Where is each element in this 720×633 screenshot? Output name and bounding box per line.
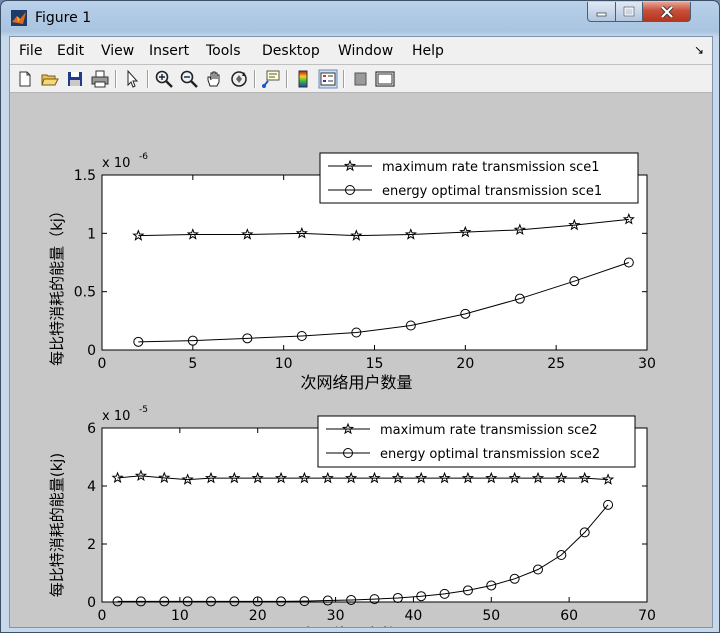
y-tick-label: 1 — [87, 226, 96, 242]
zoom-out-icon[interactable] — [179, 69, 199, 89]
x-tick-label: 10 — [171, 608, 189, 624]
y-tick-label: 0.5 — [74, 285, 96, 301]
x-axis-label: 次网络用户数量 — [300, 625, 412, 627]
open-file-icon[interactable] — [40, 69, 60, 89]
minimize-icon — [596, 12, 606, 16]
hide-plot-tools-icon[interactable] — [350, 69, 370, 89]
y-tick-label: 0 — [87, 595, 96, 611]
show-plot-tools-icon[interactable] — [375, 69, 395, 89]
x-tick-label: 50 — [482, 608, 500, 624]
close-button[interactable] — [643, 2, 691, 22]
window-title: Figure 1 — [35, 10, 92, 26]
figure-canvas: 0 5 10 15 20 25 30 0 0.5 1 1.5 x 10 -6 次网络用户数量 每比特消耗的能… — [10, 93, 712, 633]
menu-overflow-icon[interactable]: ↘ — [694, 43, 704, 57]
menu-edit[interactable]: Edit — [57, 43, 84, 59]
figure-client-area: File Edit View Insert Tools Desktop Wind… — [9, 36, 713, 633]
menu-window[interactable]: Window — [338, 43, 393, 59]
menu-tools[interactable]: Tools — [206, 43, 241, 59]
y-exponent-label: x 10 — [102, 156, 130, 171]
maximize-button[interactable] — [616, 2, 643, 22]
data-cursor-icon[interactable] — [261, 69, 281, 89]
x-tick-label: 20 — [249, 608, 267, 624]
figure-plots: 0 5 10 15 20 25 3000.511.5x 10 -6次网络用户数量每比特消耗的能… — [48, 152, 656, 633]
rotate-3d-icon[interactable] — [229, 69, 249, 89]
toolbar-separator — [343, 70, 345, 88]
y-exponent-label: x 10 — [102, 409, 130, 424]
x-tick-label: 70 — [638, 608, 656, 624]
x-tick-label: 20 — [456, 356, 474, 372]
legend-label: maximum rate transmission sce1 — [382, 160, 600, 175]
toolbar-separator — [147, 70, 149, 88]
subplot-1: 0 5 10 15 20 25 30 0 0.5 1 1.5 x 10 -6 次网络用户数量 每比特消耗的能… — [48, 152, 656, 392]
insert-colorbar-icon[interactable] — [293, 69, 313, 89]
toolbar-separator — [286, 70, 288, 88]
subplot-2: 0 10 20 30 40 50 60 70 0 2 4 6 x 10 -5 次网络用户数量 每比特消耗的能量… — [48, 405, 656, 633]
y-tick-label: 4 — [87, 479, 96, 495]
figure-window: Figure 1 File Edit View Insert Tools Des… — [0, 0, 720, 633]
y-tick-label: 2 — [87, 537, 96, 553]
figure-toolbar — [10, 65, 712, 93]
toolbar-separator — [254, 70, 256, 88]
x-tick-label: 0 — [98, 356, 107, 372]
x-tick-label: 0 — [98, 608, 107, 624]
matlab-icon — [11, 10, 27, 26]
minimize-button[interactable] — [587, 2, 616, 22]
x-tick-label: 60 — [560, 608, 578, 624]
x-tick-label: 15 — [366, 356, 384, 372]
menu-help[interactable]: Help — [412, 43, 444, 59]
legend-label: energy optimal transmission sce1 — [382, 184, 602, 199]
menu-view[interactable]: View — [101, 43, 134, 59]
new-figure-icon[interactable] — [15, 69, 35, 89]
menu-desktop[interactable]: Desktop — [262, 43, 320, 59]
y-tick-label: 6 — [87, 421, 96, 437]
insert-legend-icon[interactable] — [318, 69, 338, 89]
y-axis-label: 每比特消耗的能量（kj） — [48, 203, 66, 366]
legend-label: maximum rate transmission sce2 — [380, 423, 598, 438]
x-tick-label: 10 — [275, 356, 293, 372]
x-tick-label: 25 — [547, 356, 565, 372]
menu-insert[interactable]: Insert — [149, 43, 189, 59]
x-tick-label: 5 — [188, 356, 197, 372]
x-tick-label: 30 — [327, 608, 345, 624]
y-exponent-value: -5 — [139, 405, 148, 415]
y-axis-label: 每比特消耗的能量(kj) — [48, 453, 66, 598]
toolbar-separator — [115, 70, 117, 88]
legend-label: energy optimal transmission sce2 — [380, 447, 600, 462]
x-tick-label: 40 — [405, 608, 423, 624]
close-icon — [660, 5, 673, 18]
menu-bar: File Edit View Insert Tools Desktop Wind… — [10, 37, 712, 65]
y-exponent-value: -6 — [139, 152, 148, 162]
edit-plot-icon[interactable] — [122, 69, 142, 89]
zoom-in-icon[interactable] — [154, 69, 174, 89]
pan-icon[interactable] — [204, 69, 224, 89]
x-tick-label: 30 — [638, 356, 656, 372]
save-icon[interactable] — [65, 69, 85, 89]
y-tick-label: 1.5 — [74, 168, 96, 184]
print-icon[interactable] — [90, 69, 110, 89]
menu-file[interactable]: File — [19, 43, 42, 59]
y-tick-label: 0 — [87, 343, 96, 359]
maximize-icon — [623, 6, 635, 17]
x-axis-label: 次网络用户数量 — [300, 373, 412, 392]
title-bar[interactable]: Figure 1 — [1, 1, 719, 35]
